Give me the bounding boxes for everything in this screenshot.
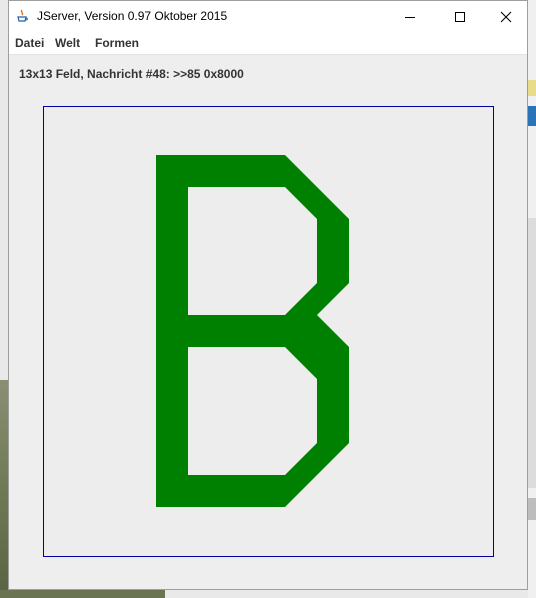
status-label: 13x13 Feld, Nachricht #48: >>85 0x8000	[19, 67, 244, 81]
desktop-background-left	[0, 380, 8, 598]
window-title: JServer, Version 0.97 Oktober 2015	[37, 9, 228, 23]
background-window-strip	[528, 218, 536, 488]
maximize-button[interactable]	[437, 1, 483, 32]
menu-welt[interactable]: Welt	[55, 36, 80, 50]
menu-datei[interactable]: Datei	[15, 36, 44, 50]
jserver-window: JServer, Version 0.97 Oktober 2015 Datei…	[8, 0, 528, 590]
background-window-strip	[528, 80, 536, 96]
menu-formen[interactable]: Formen	[95, 36, 139, 50]
maximize-icon	[455, 11, 465, 22]
background-window-edge	[528, 0, 536, 598]
java-icon	[17, 9, 28, 22]
close-icon	[500, 11, 512, 22]
board-drawing	[156, 155, 349, 507]
minimize-button[interactable]	[387, 1, 433, 32]
content-panel: 13x13 Feld, Nachricht #48: >>85 0x8000	[9, 55, 527, 589]
menu-bar: Datei Welt Formen	[9, 32, 527, 55]
background-window-strip	[528, 498, 536, 520]
title-bar[interactable]: JServer, Version 0.97 Oktober 2015	[9, 1, 527, 32]
letter-b-shape	[156, 155, 349, 507]
minimize-icon	[405, 16, 415, 18]
desktop-background-bottom	[0, 590, 165, 598]
close-button[interactable]	[483, 1, 529, 32]
board-canvas[interactable]	[43, 106, 494, 557]
background-window-strip	[528, 106, 536, 126]
